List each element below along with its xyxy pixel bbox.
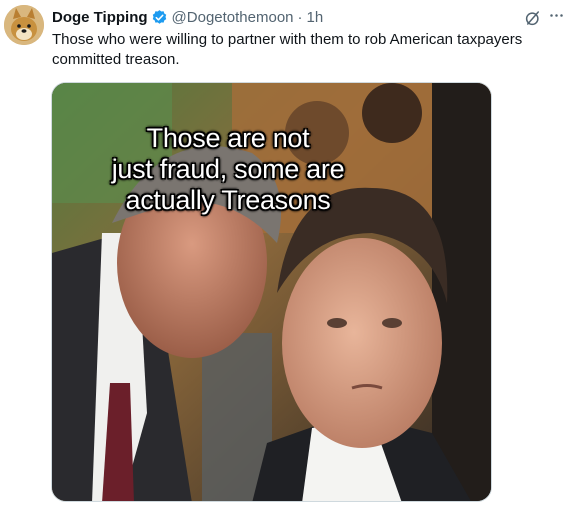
- tweet-header: Doge Tipping @Dogetothemoon · 1h: [52, 7, 323, 27]
- meme-caption-line: actually Treasons: [125, 185, 331, 215]
- author-handle[interactable]: @Dogetothemoon: [172, 9, 294, 26]
- author-avatar[interactable]: [4, 5, 44, 45]
- tweet-text: Those who were willing to partner with t…: [52, 31, 523, 68]
- shiba-dog-avatar-icon: [4, 5, 44, 45]
- meme-caption: Those are not just fraud, some are actua…: [52, 123, 404, 216]
- tweet-card[interactable]: Doge Tipping @Dogetothemoon · 1h Those w…: [0, 0, 564, 506]
- grok-icon[interactable]: [524, 9, 542, 27]
- meme-caption-line: just fraud, some are: [111, 154, 345, 184]
- meme-caption-line: Those are not: [146, 123, 310, 153]
- more-dots-icon[interactable]: [549, 8, 564, 23]
- tweet-timestamp[interactable]: 1h: [307, 9, 324, 26]
- separator-dot: ·: [297, 8, 303, 26]
- verified-badge-icon: [152, 9, 166, 24]
- author-display-name[interactable]: Doge Tipping: [52, 9, 148, 26]
- tweet-media-image[interactable]: Those are not just fraud, some are actua…: [51, 82, 492, 502]
